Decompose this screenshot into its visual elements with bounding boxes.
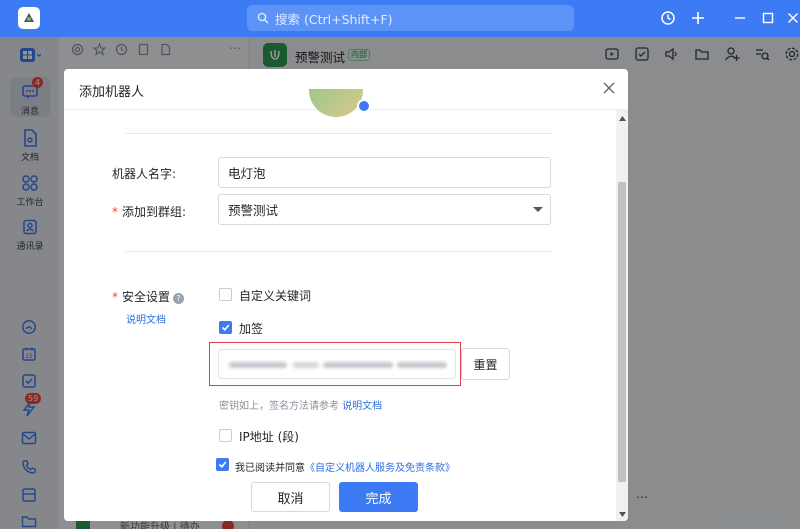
scroll-up-icon[interactable] <box>618 114 626 122</box>
robot-name-label: 机器人名字: <box>112 167 177 181</box>
scroll-down-icon[interactable] <box>618 510 626 518</box>
section-divider <box>126 133 552 134</box>
search-icon <box>257 12 269 24</box>
add-robot-dialog: 添加机器人 机器人名字: 电灯泡 * 添加到群组: 预警测试 * 安全设置? 说明文… <box>64 69 628 521</box>
dialog-close-icon[interactable] <box>602 81 618 97</box>
search-input[interactable]: 搜索 (Ctrl+Shift+F) <box>247 5 574 31</box>
hint-text: 密钥如上，签名方法请参考 <box>219 401 339 412</box>
required-mark-2: * <box>112 290 118 304</box>
group-label-text: 添加到群组: <box>122 205 187 219</box>
maximize-icon[interactable] <box>758 8 778 28</box>
avatar-edit-icon[interactable] <box>357 99 371 113</box>
add-icon[interactable] <box>688 8 708 28</box>
complete-button[interactable]: 完成 <box>339 482 418 512</box>
redacted-bar <box>397 362 447 368</box>
title-bar: 搜索 (Ctrl+Shift+F) <box>0 0 800 37</box>
watermark-text: CSDN @初仰 www.kxphp.com <box>720 515 794 529</box>
group-select-value: 预警测试 <box>228 203 279 218</box>
secret-hint: 密钥如上，签名方法请参考 说明文档 <box>219 397 382 412</box>
hint-doc-link[interactable]: 说明文档 <box>342 401 382 412</box>
group-select[interactable]: 预警测试 <box>218 194 551 225</box>
ip-label: IP地址 (段) <box>239 430 299 444</box>
redacted-bar <box>293 362 319 368</box>
robot-name-input[interactable]: 电灯泡 <box>218 157 551 188</box>
agree-text: 我已阅读并同意《自定义机器人服务及免责条款》 <box>235 459 455 474</box>
terms-link[interactable]: 《自定义机器人服务及免责条款》 <box>305 463 455 474</box>
group-label: * 添加到群组: <box>112 203 186 220</box>
secret-key-field[interactable] <box>218 349 456 379</box>
keyword-checkbox[interactable] <box>219 288 232 301</box>
keyword-label: 自定义关键词 <box>239 289 312 303</box>
app-logo-icon <box>18 7 40 29</box>
section-divider-2 <box>126 251 552 252</box>
cancel-button[interactable]: 取消 <box>251 482 330 512</box>
doc-link[interactable]: 说明文档 <box>126 311 166 326</box>
scroll-thumb[interactable] <box>618 182 626 482</box>
required-mark: * <box>112 205 118 219</box>
agree-checkbox[interactable] <box>216 458 229 471</box>
robot-name-value: 电灯泡 <box>228 166 266 181</box>
robot-avatar[interactable] <box>309 89 363 117</box>
agree-text-plain: 我已阅读并同意 <box>235 463 305 474</box>
chevron-down-icon <box>533 207 543 212</box>
sign-checkbox[interactable] <box>219 321 232 334</box>
sign-label: 加签 <box>239 322 264 336</box>
check-icon <box>221 324 230 331</box>
redacted-bar <box>323 362 393 368</box>
reset-button[interactable]: 重置 <box>461 348 510 380</box>
redacted-bar <box>229 362 287 368</box>
check-icon <box>218 461 227 468</box>
dialog-title: 添加机器人 <box>79 85 145 100</box>
minimize-icon[interactable] <box>730 8 750 28</box>
history-icon[interactable] <box>658 8 678 28</box>
ip-checkbox[interactable] <box>219 429 232 442</box>
search-placeholder: 搜索 (Ctrl+Shift+F) <box>275 11 393 27</box>
security-label: * 安全设置? <box>112 288 185 305</box>
help-icon[interactable]: ? <box>173 293 185 304</box>
security-label-text: 安全设置 <box>122 290 171 304</box>
dialog-scrollbar[interactable] <box>616 110 628 521</box>
close-window-icon[interactable] <box>783 8 800 28</box>
